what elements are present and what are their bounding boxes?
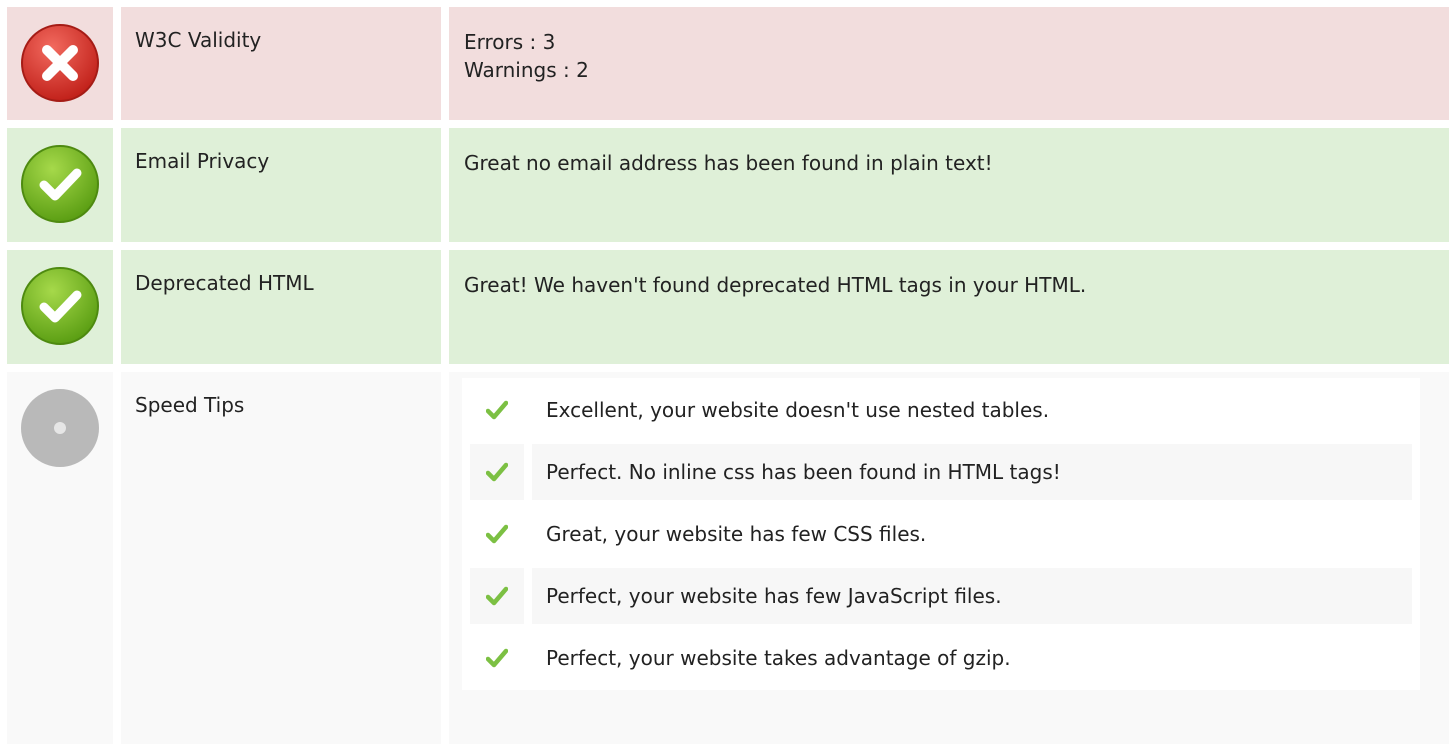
success-check-icon <box>20 266 100 346</box>
list-item: Excellent, your website doesn't use nest… <box>470 382 1412 438</box>
row-deprecated-html: Deprecated HTML Great! We haven't found … <box>0 250 1449 364</box>
status-cell <box>7 7 113 120</box>
checkmark-icon <box>470 630 524 686</box>
tip-text: Excellent, your website doesn't use nest… <box>546 398 1050 422</box>
checkmark-icon <box>470 444 524 500</box>
status-cell <box>7 250 113 364</box>
status-cell <box>7 128 113 242</box>
errors-count: Errors : 3 <box>464 30 556 54</box>
success-check-icon <box>20 144 100 224</box>
warnings-count: Warnings : 2 <box>464 58 589 82</box>
email-privacy-result: Great no email address has been found in… <box>464 151 993 175</box>
row-w3c-validity: W3C Validity Errors : 3 Warnings : 2 <box>0 7 1449 120</box>
checkmark-icon <box>470 382 524 438</box>
row-email-privacy: Email Privacy Great no email address has… <box>0 128 1449 242</box>
list-item: Perfect. No inline css has been found in… <box>470 444 1412 500</box>
row-value: Errors : 3 Warnings : 2 <box>449 7 1449 120</box>
seo-report-table: W3C Validity Errors : 3 Warnings : 2 Ema… <box>0 0 1449 744</box>
status-cell <box>7 372 113 744</box>
row-value: Great no email address has been found in… <box>449 128 1449 242</box>
list-item: Perfect, your website has few JavaScript… <box>470 568 1412 624</box>
checkmark-icon <box>470 568 524 624</box>
tip-text: Perfect, your website takes advantage of… <box>546 646 1011 670</box>
row-value: Great! We haven't found deprecated HTML … <box>449 250 1449 364</box>
list-item: Great, your website has few CSS files. <box>470 506 1412 562</box>
error-cross-icon <box>20 23 100 103</box>
row-label: Deprecated HTML <box>121 250 441 364</box>
tip-text: Perfect. No inline css has been found in… <box>532 444 1412 500</box>
neutral-dot-icon <box>20 388 100 468</box>
deprecated-html-result: Great! We haven't found deprecated HTML … <box>464 273 1087 297</box>
row-speed-tips: Speed Tips Excellent, your website doesn… <box>0 372 1449 744</box>
tip-text: Perfect, your website has few JavaScript… <box>532 568 1412 624</box>
speed-tips-list: Excellent, your website doesn't use nest… <box>462 378 1420 690</box>
tip-text: Great, your website has few CSS files. <box>546 522 927 546</box>
checkmark-icon <box>470 506 524 562</box>
row-label: Speed Tips <box>121 372 441 744</box>
row-value: Excellent, your website doesn't use nest… <box>449 372 1449 744</box>
row-label: Email Privacy <box>121 128 441 242</box>
row-label: W3C Validity <box>121 7 441 120</box>
list-item: Perfect, your website takes advantage of… <box>470 630 1412 686</box>
